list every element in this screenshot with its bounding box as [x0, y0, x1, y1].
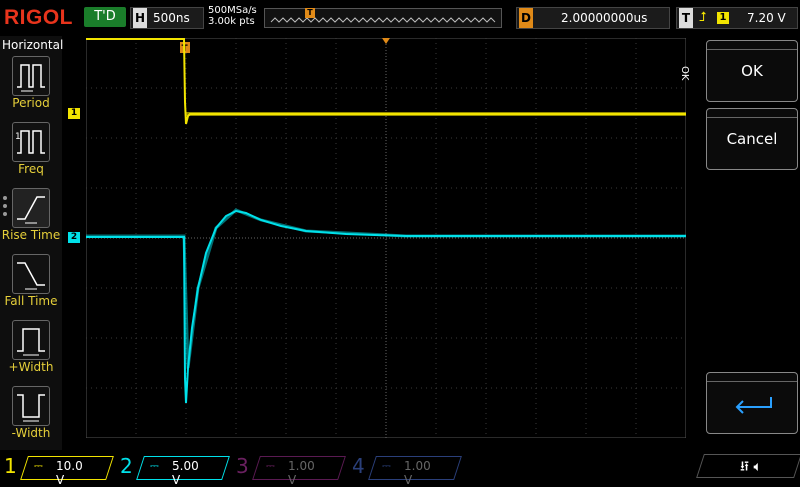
- channel-3-scale: 1.00 V: [288, 459, 315, 487]
- sample-rate: 500MSa/s: [208, 5, 257, 16]
- sample-info: 500MSa/s 3.00k pts: [208, 5, 257, 27]
- cancel-label: Cancel: [726, 130, 778, 148]
- channel-2-offset-marker[interactable]: 2: [68, 232, 80, 243]
- dc-coupling-icon: ⎓: [382, 459, 391, 472]
- memory-trigger-marker: T: [305, 8, 315, 18]
- dc-coupling-icon: ⎓: [150, 459, 159, 472]
- menu-item-plus-width[interactable]: +Width: [0, 320, 62, 382]
- waveform-display[interactable]: T: [86, 38, 686, 438]
- channel-2-scale: 5.00 V: [172, 459, 199, 487]
- trigger-source: 1: [717, 12, 729, 24]
- channel-3-number: 3: [236, 454, 249, 478]
- trigger-delay[interactable]: D 2.00000000us: [516, 7, 670, 29]
- rising-edge-icon: ⮥: [699, 10, 707, 25]
- menu-label-rise-time: Rise Time: [1, 228, 61, 242]
- menu-label-fall-time: Fall Time: [4, 294, 58, 308]
- menu-label-freq: Freq: [18, 162, 44, 176]
- fall-time-icon: [12, 254, 50, 294]
- ok-side-label: OK: [679, 66, 690, 81]
- menu-title: Horizontal: [2, 38, 64, 52]
- channel-1-scale: 10.0 V: [56, 459, 83, 487]
- period-icon: [12, 56, 50, 96]
- dc-coupling-icon: ⎓: [34, 459, 43, 472]
- menu-label-plus-width: +Width: [8, 360, 54, 374]
- dc-coupling-icon: ⎓: [266, 459, 275, 472]
- right-softkey-panel: OK Cancel: [704, 36, 800, 450]
- usb-icon: ⭿ 🔈︎: [740, 459, 762, 475]
- timebase-value: 500ns: [153, 11, 190, 25]
- menu-item-minus-width[interactable]: -Width: [0, 386, 62, 448]
- minus-width-icon: [12, 386, 50, 426]
- cancel-button[interactable]: Cancel: [706, 108, 798, 170]
- delay-key: D: [519, 8, 533, 28]
- horizontal-timebase[interactable]: H 500ns: [130, 7, 204, 29]
- ok-label: OK: [741, 62, 763, 80]
- memory-depth: 3.00k pts: [208, 16, 255, 27]
- ok-button[interactable]: OK: [706, 40, 798, 102]
- channel-status-bar: 1 ⎓ 10.0 V 2 ⎓ 5.00 V 3 ⎓ 1.00 V 4 ⎓ 1.0…: [0, 450, 800, 487]
- menu-item-freq[interactable]: 1 Freq: [0, 122, 62, 184]
- menu-item-fall-time[interactable]: Fall Time: [0, 254, 62, 316]
- left-measure-menu: Horizontal Period 1 Freq Rise Time Fall …: [0, 36, 64, 450]
- menu-item-period[interactable]: Period: [0, 56, 62, 118]
- channel-1-offset-marker[interactable]: 1: [68, 108, 80, 119]
- memory-overview[interactable]: T: [264, 8, 502, 28]
- menu-label-period: Period: [12, 96, 50, 110]
- horizontal-key: H: [133, 8, 147, 28]
- channel-4-scale: 1.00 V: [404, 459, 431, 487]
- menu-label-minus-width: -Width: [11, 426, 51, 440]
- trigger-setting[interactable]: T ⮥ 1 7.20 V: [676, 7, 798, 29]
- channel-1-number: 1: [4, 454, 17, 478]
- channel-4-number: 4: [352, 454, 365, 478]
- brand-logo: RIGOL: [4, 6, 73, 29]
- rise-time-icon: [12, 188, 50, 228]
- menu-page-indicator: [3, 196, 7, 220]
- trigger-level: 7.20 V: [747, 11, 786, 25]
- enter-button[interactable]: [706, 372, 798, 434]
- enter-icon: [735, 397, 772, 414]
- freq-icon: 1: [12, 122, 50, 162]
- trigger-key: T: [679, 8, 693, 28]
- delay-value: 2.00000000us: [561, 11, 648, 25]
- memory-waveform-icon: [270, 17, 496, 23]
- plus-width-icon: [12, 320, 50, 360]
- svg-text:1: 1: [15, 132, 21, 142]
- channel-2-number: 2: [120, 454, 133, 478]
- menu-item-rise-time[interactable]: Rise Time: [0, 188, 62, 250]
- run-status-badge[interactable]: T'D: [84, 7, 126, 27]
